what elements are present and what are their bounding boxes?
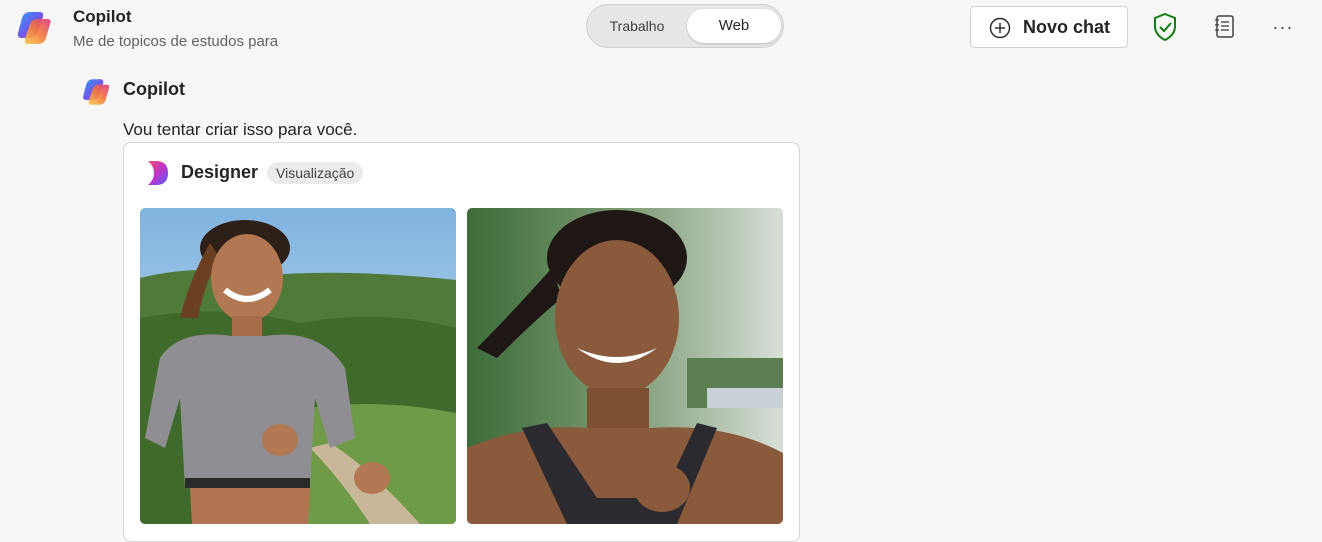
- app-title: Copilot: [73, 7, 132, 26]
- tab-web[interactable]: Web: [687, 9, 781, 43]
- runner-image-2-icon: [467, 208, 783, 524]
- copilot-logo-icon: [17, 12, 51, 44]
- new-chat-button[interactable]: Novo chat: [970, 6, 1128, 48]
- preview-badge: Visualização: [267, 162, 364, 184]
- conversation-subtitle: Me de topicos de estudos para: [73, 33, 279, 50]
- mode-toggle[interactable]: Trabalho Web: [586, 4, 784, 48]
- notebook-icon[interactable]: [1214, 14, 1236, 40]
- runner-image-1-icon: [140, 208, 456, 524]
- shield-check-icon[interactable]: [1152, 12, 1178, 42]
- add-circle-icon: [989, 17, 1011, 39]
- designer-logo-icon: [148, 161, 168, 185]
- generated-image-2[interactable]: [467, 208, 783, 524]
- generated-image-1[interactable]: [140, 208, 456, 524]
- tab-trabalho[interactable]: Trabalho: [587, 5, 687, 47]
- new-chat-label: Novo chat: [1023, 17, 1111, 37]
- message-text: Vou tentar criar isso para você.: [123, 120, 358, 139]
- message-author: Copilot: [123, 79, 185, 99]
- more-options-icon[interactable]: ···: [1268, 14, 1298, 40]
- designer-title: Designer: [181, 162, 259, 182]
- designer-card: Designer Visualização: [123, 142, 800, 542]
- top-bar: Copilot Me de topicos de estudos para Tr…: [0, 0, 1322, 60]
- copilot-avatar-icon: [83, 79, 110, 105]
